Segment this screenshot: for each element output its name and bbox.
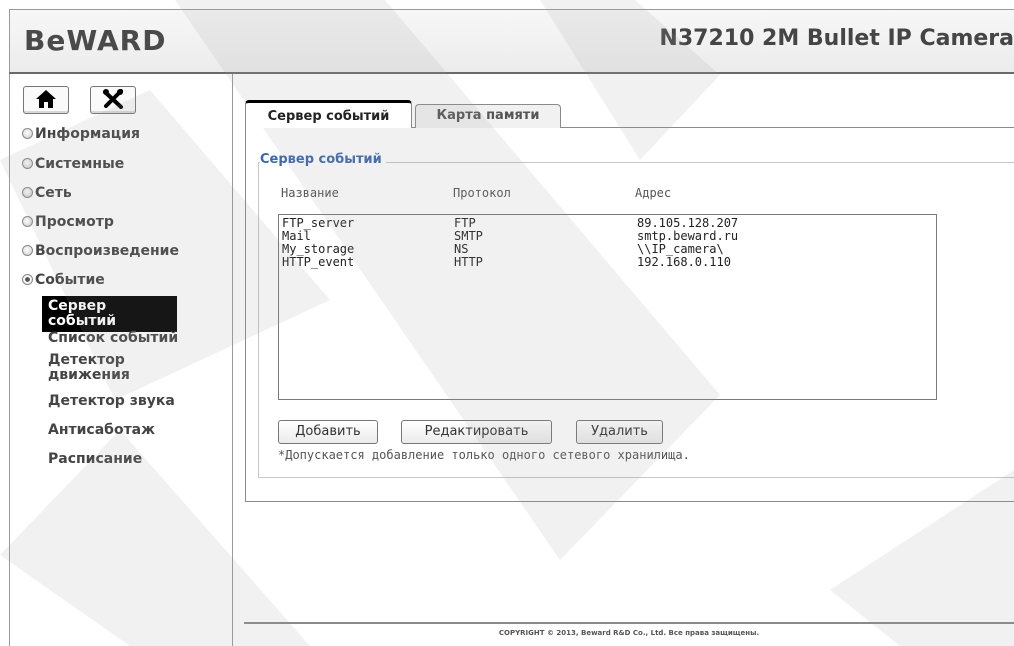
server-protocol: HTTP bbox=[454, 255, 483, 269]
page-title: N37210 2M Bullet IP Camera bbox=[659, 26, 1014, 51]
settings-button[interactable] bbox=[90, 86, 136, 114]
fieldset-legend: Сервер событий bbox=[260, 152, 386, 167]
menu-item-label: Просмотр bbox=[35, 214, 114, 230]
event-server-list[interactable]: FTP_server FTP 89.105.128.207 Mail SMTP … bbox=[278, 214, 937, 400]
column-header-address: Адрес bbox=[635, 186, 672, 200]
brand-logo: BeWARD bbox=[24, 24, 167, 57]
edit-button[interactable]: Редактировать bbox=[401, 420, 552, 444]
header-divider bbox=[9, 72, 1014, 74]
submenu-antisabotage[interactable]: Антисаботаж bbox=[48, 423, 155, 438]
camera-web-ui: BeWARD N37210 2M Bullet IP Camera Информ… bbox=[0, 0, 1014, 646]
menu-item-event[interactable]: Событие bbox=[22, 272, 105, 288]
submenu-event-server[interactable]: Сервер событий bbox=[42, 296, 177, 332]
tools-icon bbox=[103, 89, 123, 109]
menu-item-label: Сеть bbox=[35, 185, 72, 201]
sidebar-divider bbox=[232, 74, 233, 646]
radio-bullet-icon bbox=[22, 216, 33, 227]
radio-bullet-icon bbox=[22, 187, 33, 198]
list-item[interactable]: FTP_server FTP 89.105.128.207 bbox=[282, 217, 922, 230]
menu-item-view[interactable]: Просмотр bbox=[22, 214, 114, 230]
radio-bullet-icon bbox=[22, 128, 33, 139]
column-header-name: Название bbox=[281, 186, 339, 200]
copyright-text: COPYRIGHT © 2013, Beward R&D Co., Ltd. В… bbox=[498, 629, 760, 637]
column-header-protocol: Протокол bbox=[453, 186, 511, 200]
frame-border-left bbox=[9, 9, 10, 646]
list-item[interactable]: Mail SMTP smtp.beward.ru bbox=[282, 230, 922, 243]
expanded-bullet-icon bbox=[22, 274, 33, 285]
menu-item-label: Системные bbox=[35, 156, 125, 172]
tab-memory-card[interactable]: Карта памяти bbox=[415, 104, 561, 128]
radio-bullet-icon bbox=[22, 158, 33, 169]
add-button[interactable]: Добавить bbox=[278, 420, 378, 444]
menu-item-label: Информация bbox=[35, 126, 140, 142]
storage-note: *Допускается добавление только одного се… bbox=[278, 448, 690, 462]
header-bar: BeWARD N37210 2M Bullet IP Camera bbox=[10, 10, 1014, 72]
home-button[interactable] bbox=[23, 86, 69, 114]
list-item[interactable]: My_storage NS \\IP_camera\ bbox=[282, 243, 922, 256]
menu-item-label: Воспроизведение bbox=[35, 243, 179, 259]
radio-bullet-icon bbox=[22, 245, 33, 256]
menu-item-system[interactable]: Системные bbox=[22, 156, 124, 172]
list-item[interactable]: HTTP_event HTTP 192.168.0.110 bbox=[282, 256, 922, 269]
submenu-schedule[interactable]: Расписание bbox=[48, 452, 142, 467]
server-address: 192.168.0.110 bbox=[637, 255, 731, 269]
menu-item-network[interactable]: Сеть bbox=[22, 185, 72, 201]
menu-item-info[interactable]: Информация bbox=[22, 126, 140, 142]
server-name: HTTP_event bbox=[282, 255, 355, 269]
submenu-sound-detector[interactable]: Детектор звука bbox=[48, 394, 175, 409]
menu-item-label: Событие bbox=[35, 272, 105, 288]
home-icon bbox=[36, 90, 56, 108]
submenu-event-list[interactable]: Список событий bbox=[48, 331, 178, 346]
delete-button[interactable]: Удалить bbox=[576, 420, 663, 444]
submenu-motion-detector[interactable]: Детектор движения bbox=[48, 353, 158, 383]
tab-event-server[interactable]: Сервер событий bbox=[245, 100, 412, 128]
footer-divider bbox=[244, 622, 1014, 624]
menu-item-playback[interactable]: Воспроизведение bbox=[22, 243, 179, 259]
